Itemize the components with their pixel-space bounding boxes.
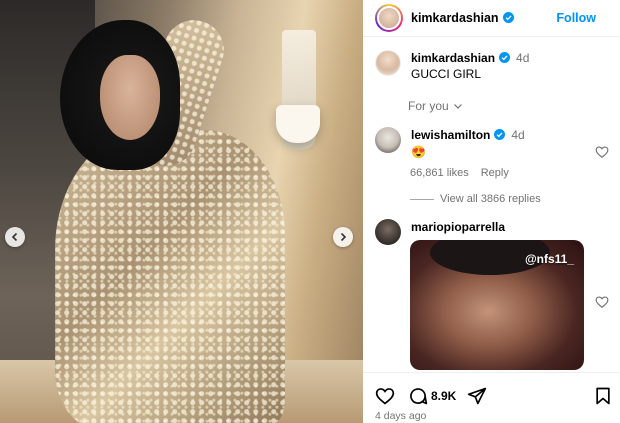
previous-image-button[interactable] (5, 227, 25, 247)
chevron-left-icon (11, 232, 18, 242)
caption-text: GUCCI GIRL (411, 67, 482, 81)
share-icon[interactable] (467, 386, 487, 406)
commenter-username[interactable]: mariopioparrella (411, 220, 505, 234)
post-media[interactable] (0, 0, 363, 423)
author-username[interactable]: kimkardashian (411, 11, 514, 25)
author-avatar[interactable] (375, 4, 403, 32)
comment-meta: 66,861 likes Reply (410, 167, 509, 179)
comment-sort-label: For you (408, 99, 449, 113)
photo-dress (55, 130, 285, 423)
post-time-ago[interactable]: 4 days ago (375, 410, 426, 422)
replies-divider (410, 198, 434, 200)
gif-tag: @nfs11_ (524, 252, 574, 266)
post-actions-bar: 8.9K 4 days ago (363, 372, 620, 423)
follow-button[interactable]: Follow (556, 11, 596, 25)
view-replies-button[interactable]: View all 3866 replies (410, 193, 541, 205)
verified-icon (494, 129, 506, 140)
photo-face (100, 55, 160, 140)
chevron-down-icon (453, 104, 462, 109)
commenter-avatar[interactable] (375, 127, 401, 153)
comment-icon[interactable] (408, 386, 428, 406)
commenter-avatar[interactable] (375, 219, 401, 245)
comment-count: 8.9K (431, 389, 457, 403)
heart-icon[interactable] (595, 295, 609, 309)
comment-item: lewishamilton 4d 😍 (375, 127, 610, 160)
chevron-right-icon (340, 232, 347, 242)
verified-icon (499, 52, 511, 63)
comment-sort-dropdown[interactable]: For you (408, 99, 463, 113)
post-header: kimkardashian Follow (363, 0, 620, 37)
comment-likes[interactable]: 66,861 likes (410, 167, 469, 179)
caption-time[interactable]: 4d (516, 51, 529, 65)
heart-icon[interactable] (595, 145, 609, 159)
bookmark-icon[interactable] (593, 386, 613, 406)
view-replies-label: View all 3866 replies (440, 193, 541, 205)
photo-lampshade (276, 105, 320, 143)
reply-button[interactable]: Reply (481, 167, 509, 179)
next-image-button[interactable] (333, 227, 353, 247)
post-caption: kimkardashian 4d GUCCI GIRL (375, 50, 610, 82)
verified-icon (502, 12, 514, 23)
caption-avatar[interactable] (375, 50, 401, 76)
comment-text: 😍 (411, 145, 426, 159)
caption-username[interactable]: kimkardashian (411, 51, 495, 65)
commenter-username[interactable]: lewishamilton (411, 128, 490, 142)
post-sidebar: kimkardashian Follow kimkardashian 4d GUC… (363, 0, 620, 423)
comment-gif[interactable]: @nfs11_ (410, 240, 584, 370)
heart-icon[interactable] (375, 386, 395, 406)
comment-time[interactable]: 4d (511, 128, 524, 142)
